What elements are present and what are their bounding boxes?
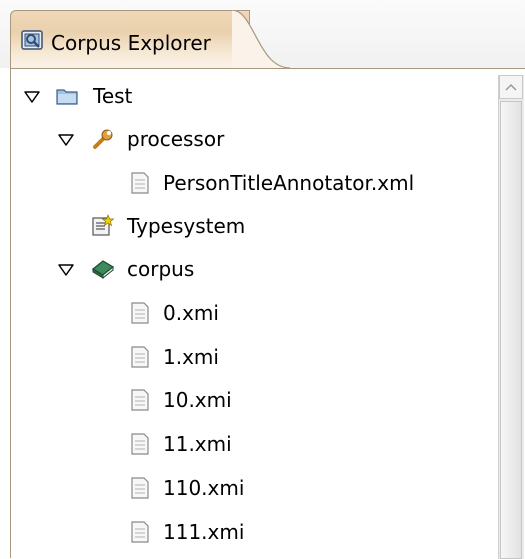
tree-node-label: Typesystem: [127, 214, 246, 238]
tab-edge-curve: [232, 10, 291, 68]
tree-panel: Test processor PersonTitleAnnotator.xml …: [10, 68, 525, 559]
scroll-thumb[interactable]: [500, 101, 522, 559]
tab-corpus-explorer[interactable]: Corpus Explorer: [10, 10, 250, 70]
file-icon: [127, 432, 151, 456]
tree-node-label: 10.xmi: [163, 388, 232, 412]
corpus-explorer-icon: [19, 27, 45, 53]
wrench-icon: [91, 127, 115, 151]
file-icon: [127, 301, 151, 325]
tree-node-label: Test: [93, 84, 133, 108]
project-folder-icon: [55, 84, 79, 108]
book-icon: [91, 257, 115, 281]
collapse-triangle-icon[interactable]: [57, 132, 75, 146]
vertical-scrollbar[interactable]: [498, 75, 524, 559]
scroll-up-button[interactable]: [499, 75, 523, 99]
tab-title: Corpus Explorer: [51, 31, 211, 55]
tree-node-label: PersonTitleAnnotator.xml: [163, 171, 415, 195]
chevron-up-icon: [505, 83, 517, 91]
collapse-triangle-icon[interactable]: [57, 262, 75, 276]
collapse-triangle-icon[interactable]: [23, 89, 41, 103]
tree-node-label: 1.xmi: [163, 345, 219, 369]
tree-node-label: processor: [127, 127, 225, 151]
file-icon: [127, 520, 151, 544]
typesystem-icon: [91, 214, 115, 238]
corpus-explorer-view: Corpus Explorer Test processor PersonTit…: [0, 0, 525, 559]
tree-node-label: 111.xmi: [163, 520, 245, 544]
file-icon: [127, 388, 151, 412]
file-icon: [127, 476, 151, 500]
tree-node-label: 110.xmi: [163, 476, 245, 500]
view-tab-strip: Corpus Explorer: [0, 0, 525, 70]
tree-node-label: corpus: [127, 257, 195, 281]
file-icon: [127, 345, 151, 369]
tree-node-label: 11.xmi: [163, 432, 232, 456]
corpus-tree: Test processor PersonTitleAnnotator.xml …: [11, 69, 489, 559]
file-icon: [127, 171, 151, 195]
tree-node-label: 0.xmi: [163, 301, 219, 325]
